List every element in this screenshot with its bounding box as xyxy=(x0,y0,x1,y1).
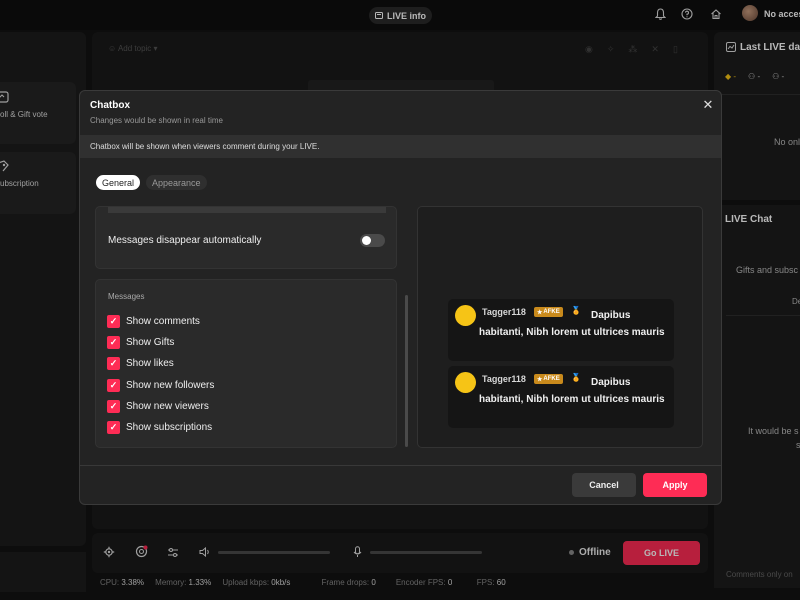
modal-subtitle: Changes would be shown in real time xyxy=(90,116,223,125)
checkbox-checked-icon[interactable]: ✓ xyxy=(107,420,120,434)
option-show-likes[interactable]: ✓ Show likes xyxy=(107,355,174,371)
option-show-new-followers[interactable]: ✓ Show new followers xyxy=(107,377,214,393)
option-label: Show Gifts xyxy=(126,336,175,348)
checkbox-checked-icon[interactable]: ✓ xyxy=(107,314,120,328)
option-show-subscriptions[interactable]: ✓ Show subscriptions xyxy=(107,419,212,435)
option-label: Show new followers xyxy=(126,379,215,391)
checkbox-checked-icon[interactable]: ✓ xyxy=(107,335,120,349)
auto-disappear-card: Messages disappear automatically xyxy=(95,206,397,269)
messages-card: Messages ✓ Show comments ✓ Show Gifts ✓ … xyxy=(95,279,397,448)
checkbox-checked-icon[interactable]: ✓ xyxy=(107,399,120,413)
settings-scrollbar[interactable] xyxy=(405,295,408,447)
messages-header: Messages xyxy=(108,292,145,301)
auto-disappear-label: Messages disappear automatically xyxy=(108,235,262,246)
preview-text: Dapibus habitanti, Nibh lorem ut ultrice… xyxy=(479,377,665,405)
option-show-comments[interactable]: ✓ Show comments xyxy=(107,313,200,329)
close-icon[interactable]: ✕ xyxy=(700,97,716,113)
option-label: Show likes xyxy=(126,357,174,369)
info-banner: Chatbox will be shown when viewers comme… xyxy=(80,135,721,158)
tab-general[interactable]: General xyxy=(96,175,141,190)
preview-text: Dapibus habitanti, Nibh lorem ut ultrice… xyxy=(479,310,665,338)
chatbox-modal: Chatbox Changes would be shown in real t… xyxy=(79,90,722,505)
checkbox-checked-icon[interactable]: ✓ xyxy=(107,356,120,370)
tab-appearance[interactable]: Appearance xyxy=(146,175,207,190)
apply-button[interactable]: Apply xyxy=(643,473,707,497)
avatar xyxy=(455,305,476,326)
option-label: Show new viewers xyxy=(126,400,209,412)
avatar xyxy=(455,372,476,393)
option-show-new-viewers[interactable]: ✓ Show new viewers xyxy=(107,398,209,414)
modal-title: Chatbox xyxy=(90,100,130,111)
card-top-strip xyxy=(108,207,386,213)
preview-message: Tagger118 ★ AFKE 🏅 Dapibus habitanti, Nib… xyxy=(448,366,674,428)
option-label: Show subscriptions xyxy=(126,421,213,433)
toggle-knob xyxy=(362,236,371,245)
option-show-gifts[interactable]: ✓ Show Gifts xyxy=(107,334,174,350)
option-label: Show comments xyxy=(126,315,200,327)
preview-message: Tagger118 ★ AFKE 🏅 Dapibus habitanti, Nib… xyxy=(448,299,674,361)
cancel-button[interactable]: Cancel xyxy=(572,473,636,497)
auto-disappear-toggle[interactable] xyxy=(360,234,385,247)
checkbox-checked-icon[interactable]: ✓ xyxy=(107,378,120,392)
chatbox-preview: Tagger118 ★ AFKE 🏅 Dapibus habitanti, Nib… xyxy=(417,206,703,448)
